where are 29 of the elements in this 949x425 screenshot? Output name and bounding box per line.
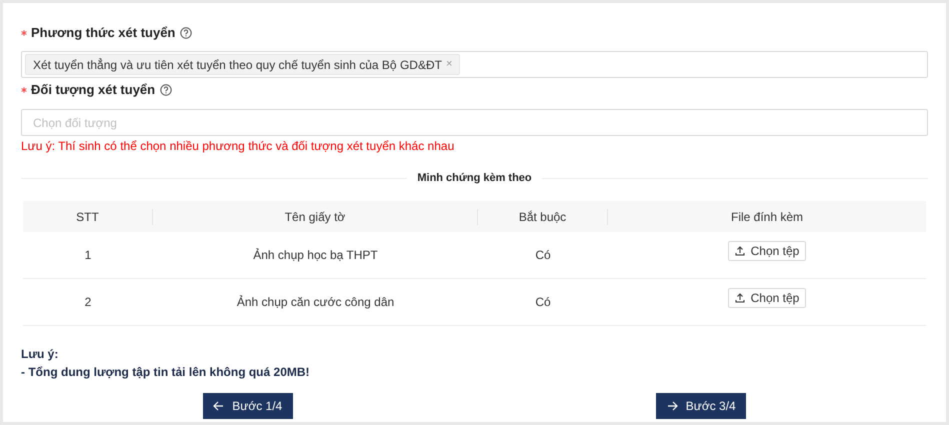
- table-cell-text: Ảnh chụp học bạ THPT: [253, 247, 378, 264]
- table-cell-text: 1: [84, 247, 92, 264]
- upload-icon: [734, 246, 745, 256]
- select-field[interactable]: Chọn đối tượng: [21, 109, 928, 136]
- column-header: File đính kèm: [730, 208, 804, 226]
- section-title: Minh chứng kèm theo: [416, 170, 533, 186]
- upload-button[interactable]: Chọn tệp: [728, 241, 806, 261]
- help-icon: [180, 27, 192, 39]
- upload-icon: [734, 293, 745, 303]
- help-icon: [160, 84, 172, 96]
- note-text: - Tổng dung lượng tập tin tải lên không quá 20MB!: [21, 364, 311, 381]
- arrow-left-icon: [213, 401, 224, 411]
- select-field[interactable]: Xét tuyển thẳng và ưu tiên xét tuyển theo quy chế tuyển sinh của Bộ GD&ĐT ×: [21, 51, 928, 78]
- field-label: Đối tượng xét tuyển: [31, 81, 156, 100]
- table-cell-text: Ảnh chụp căn cước công dân: [236, 294, 394, 311]
- table-cell-text: Có: [535, 247, 551, 264]
- upload-button[interactable]: Chọn tệp: [728, 288, 806, 308]
- arrow-right-icon: [666, 401, 678, 411]
- next-button[interactable]: Bước 3/4: [656, 393, 746, 419]
- column-header: Tên giấy tờ: [284, 208, 346, 226]
- field-label: Phương thức xét tuyển: [31, 24, 176, 42]
- warning-text: Lưu ý: Thí sinh có thể chọn nhiều phương thức và đối tượng xét tuyển khác nhau: [21, 138, 456, 153]
- back-button[interactable]: Bước 1/4: [202, 393, 293, 419]
- note-text: Lưu ý:: [21, 346, 60, 363]
- table-cell-text: Có: [535, 294, 551, 311]
- table-cell-text: 2: [84, 294, 92, 311]
- column-header: STT: [76, 208, 99, 226]
- selected-tag: Xét tuyển thẳng và ưu tiên xét tuyển theo quy chế tuyển sinh của Bộ GD&ĐT ×: [25, 54, 460, 75]
- column-header: Bắt buộc: [518, 208, 566, 226]
